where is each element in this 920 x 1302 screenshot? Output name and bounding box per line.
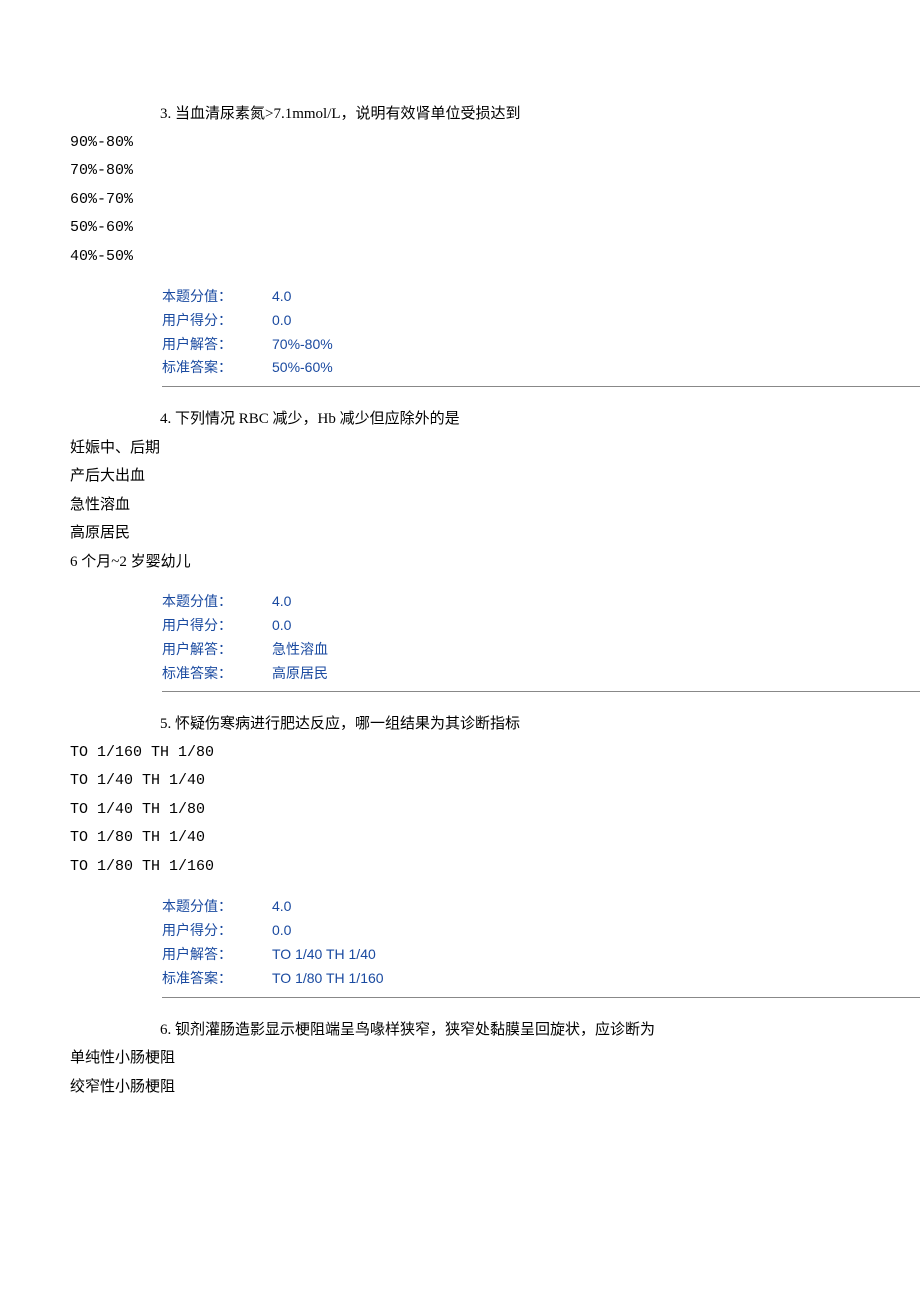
question-text: 3. 当血清尿素氮>7.1mmol/L，说明有效肾单位受损达到	[70, 100, 850, 129]
meta-value: 0.0	[272, 614, 291, 638]
meta-label: 本题分值：	[162, 590, 272, 614]
meta-label: 本题分值：	[162, 895, 272, 919]
question-text: 4. 下列情况 RBC 减少，Hb 减少但应除外的是	[70, 405, 850, 434]
divider	[162, 386, 920, 387]
divider	[162, 997, 920, 998]
question-number: 3.	[160, 106, 171, 122]
meta-value: 0.0	[272, 919, 291, 943]
option: 70%-80%	[70, 157, 850, 186]
question-text: 5. 怀疑伤寒病进行肥达反应，哪一组结果为其诊断指标	[70, 710, 850, 739]
option: TO 1/160 TH 1/80	[70, 739, 850, 768]
meta-correct-answer: 标准答案： TO 1/80 TH 1/160	[162, 967, 850, 991]
meta-label: 标准答案：	[162, 356, 272, 380]
option: 60%-70%	[70, 186, 850, 215]
question-body: 怀疑伤寒病进行肥达反应，哪一组结果为其诊断指标	[175, 716, 520, 732]
answer-meta: 本题分值： 4.0 用户得分： 0.0 用户解答： TO 1/40 TH 1/4…	[162, 895, 850, 990]
option: 妊娠中、后期	[70, 434, 850, 463]
meta-label: 标准答案：	[162, 967, 272, 991]
meta-value: 急性溶血	[272, 638, 328, 662]
option: 单纯性小肠梗阻	[70, 1044, 850, 1073]
option: 急性溶血	[70, 491, 850, 520]
answer-meta: 本题分值： 4.0 用户得分： 0.0 用户解答： 70%-80% 标准答案： …	[162, 285, 850, 380]
meta-value: 4.0	[272, 895, 291, 919]
meta-value: 0.0	[272, 309, 291, 333]
meta-user-answer: 用户解答： 急性溶血	[162, 638, 850, 662]
meta-value: 70%-80%	[272, 333, 333, 357]
meta-label: 用户解答：	[162, 943, 272, 967]
question-6: 6. 钡剂灌肠造影显示梗阻端呈鸟喙样狭窄，狭窄处黏膜呈回旋状，应诊断为 单纯性小…	[70, 1016, 850, 1102]
meta-value: 4.0	[272, 590, 291, 614]
meta-value: 50%-60%	[272, 356, 333, 380]
question-number: 5.	[160, 716, 171, 732]
meta-user-score: 用户得分： 0.0	[162, 919, 850, 943]
divider	[162, 691, 920, 692]
meta-score: 本题分值： 4.0	[162, 285, 850, 309]
question-4: 4. 下列情况 RBC 减少，Hb 减少但应除外的是 妊娠中、后期 产后大出血 …	[70, 405, 850, 692]
option: 90%-80%	[70, 129, 850, 158]
meta-score: 本题分值： 4.0	[162, 895, 850, 919]
meta-value: 高原居民	[272, 662, 328, 686]
exam-page: 3. 当血清尿素氮>7.1mmol/L，说明有效肾单位受损达到 90%-80% …	[0, 0, 920, 1302]
meta-label: 用户得分：	[162, 919, 272, 943]
meta-value: TO 1/40 TH 1/40	[272, 943, 376, 967]
meta-label: 用户得分：	[162, 309, 272, 333]
meta-user-score: 用户得分： 0.0	[162, 309, 850, 333]
answer-meta: 本题分值： 4.0 用户得分： 0.0 用户解答： 急性溶血 标准答案： 高原居…	[162, 590, 850, 685]
option: TO 1/40 TH 1/80	[70, 796, 850, 825]
option: 40%-50%	[70, 243, 850, 272]
question-body: 钡剂灌肠造影显示梗阻端呈鸟喙样狭窄，狭窄处黏膜呈回旋状，应诊断为	[175, 1022, 655, 1038]
question-text: 6. 钡剂灌肠造影显示梗阻端呈鸟喙样狭窄，狭窄处黏膜呈回旋状，应诊断为	[70, 1016, 850, 1045]
option: 产后大出血	[70, 462, 850, 491]
option: TO 1/80 TH 1/40	[70, 824, 850, 853]
meta-value: TO 1/80 TH 1/160	[272, 967, 384, 991]
meta-label: 用户得分：	[162, 614, 272, 638]
question-body: 当血清尿素氮>7.1mmol/L，说明有效肾单位受损达到	[175, 106, 521, 122]
option: 绞窄性小肠梗阻	[70, 1073, 850, 1102]
meta-label: 用户解答：	[162, 638, 272, 662]
meta-user-answer: 用户解答： TO 1/40 TH 1/40	[162, 943, 850, 967]
meta-correct-answer: 标准答案： 50%-60%	[162, 356, 850, 380]
question-3: 3. 当血清尿素氮>7.1mmol/L，说明有效肾单位受损达到 90%-80% …	[70, 100, 850, 387]
meta-label: 标准答案：	[162, 662, 272, 686]
meta-user-score: 用户得分： 0.0	[162, 614, 850, 638]
meta-correct-answer: 标准答案： 高原居民	[162, 662, 850, 686]
question-body: 下列情况 RBC 减少，Hb 减少但应除外的是	[175, 411, 460, 427]
meta-score: 本题分值： 4.0	[162, 590, 850, 614]
question-5: 5. 怀疑伤寒病进行肥达反应，哪一组结果为其诊断指标 TO 1/160 TH 1…	[70, 710, 850, 997]
option: TO 1/80 TH 1/160	[70, 853, 850, 882]
option: TO 1/40 TH 1/40	[70, 767, 850, 796]
meta-user-answer: 用户解答： 70%-80%	[162, 333, 850, 357]
question-number: 6.	[160, 1022, 171, 1038]
question-number: 4.	[160, 411, 171, 427]
meta-label: 用户解答：	[162, 333, 272, 357]
meta-value: 4.0	[272, 285, 291, 309]
option: 6 个月~2 岁婴幼儿	[70, 548, 850, 577]
option: 高原居民	[70, 519, 850, 548]
option: 50%-60%	[70, 214, 850, 243]
meta-label: 本题分值：	[162, 285, 272, 309]
